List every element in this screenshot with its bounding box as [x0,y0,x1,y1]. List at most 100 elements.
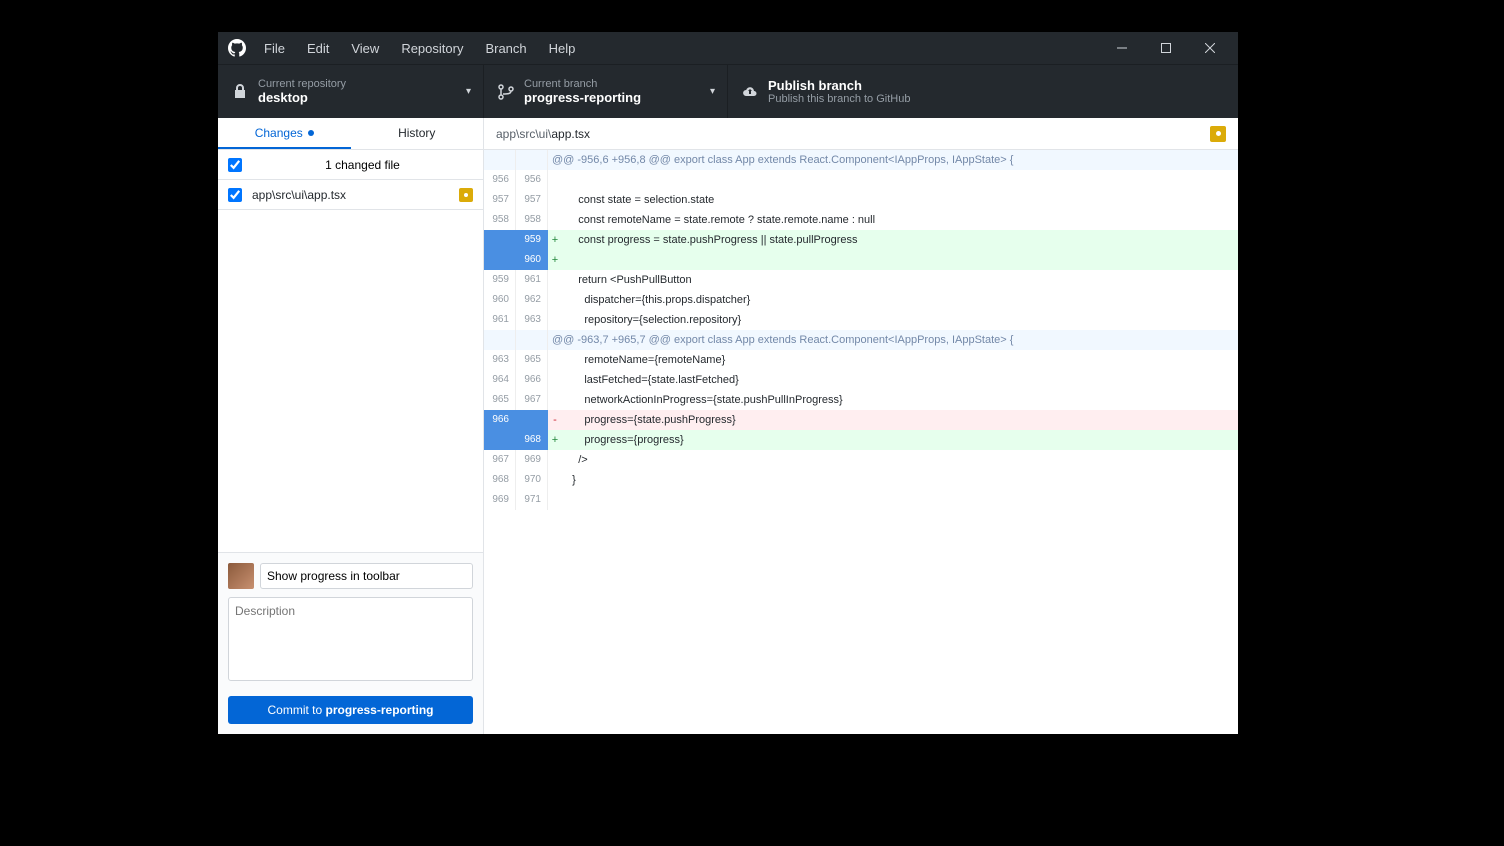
old-line-number [484,430,516,450]
menu-branch[interactable]: Branch [481,39,530,58]
diff-code: dispatcher={this.props.dispatcher} [562,290,1238,310]
diff-body[interactable]: @@ -956,6 +956,8 @@ export class App ext… [484,150,1238,734]
old-line-number: 967 [484,450,516,470]
diff-marker [548,490,562,510]
tab-changes-label: Changes [255,126,303,140]
minimize-button[interactable] [1104,34,1140,62]
modified-badge-icon [459,188,473,202]
hunk-header: @@ -963,7 +965,7 @@ export class App ext… [548,330,1238,350]
changed-files-header: 1 changed file [218,150,483,180]
new-line-number: 960 [516,250,548,270]
branch-value: progress-reporting [524,90,641,105]
titlebar: File Edit View Repository Branch Help [218,32,1238,64]
app-window: File Edit View Repository Branch Help Cu… [218,32,1238,734]
branch-selector[interactable]: Current branch progress-reporting ▾ [484,65,728,118]
diff-line[interactable]: 968970 } [484,470,1238,490]
diff-code: return <PushPullButton [562,270,1238,290]
file-item[interactable]: app\src\ui\app.tsx [218,180,483,210]
cloud-upload-icon [742,84,758,100]
old-line-number: 957 [484,190,516,210]
diff-marker [548,310,562,330]
tab-history-label: History [398,126,435,140]
diff-line[interactable]: 965967 networkActionInProgress={state.pu… [484,390,1238,410]
diff-line[interactable]: @@ -963,7 +965,7 @@ export class App ext… [484,330,1238,350]
new-line-number: 965 [516,350,548,370]
new-line-number: 958 [516,210,548,230]
diff-line[interactable]: 959+ const progress = state.pushProgress… [484,230,1238,250]
old-line-number: 958 [484,210,516,230]
branch-icon [498,84,514,100]
diff-code: /> [562,450,1238,470]
changes-indicator-dot [308,130,314,136]
old-line-number: 965 [484,390,516,410]
diff-line[interactable]: 959961 return <PushPullButton [484,270,1238,290]
menu-help[interactable]: Help [545,39,580,58]
diff-code [562,490,1238,510]
commit-button[interactable]: Commit to progress-reporting [228,696,473,724]
tab-history[interactable]: History [351,118,484,149]
diff-code: repository={selection.repository} [562,310,1238,330]
lock-icon [232,84,248,100]
select-all-checkbox[interactable] [228,158,242,172]
old-line-number: 969 [484,490,516,510]
diff-code [562,170,1238,190]
commit-button-prefix: Commit to [267,703,325,717]
diff-line[interactable]: 961963 repository={selection.repository} [484,310,1238,330]
diff-marker [548,190,562,210]
diff-code: const progress = state.pushProgress || s… [562,230,1238,250]
old-line-number [484,330,516,350]
maximize-button[interactable] [1148,34,1184,62]
commit-summary-input[interactable] [260,563,473,589]
publish-label: Publish branch [768,78,910,93]
diff-line[interactable]: @@ -956,6 +956,8 @@ export class App ext… [484,150,1238,170]
toolbar: Current repository desktop ▾ Current bra… [218,64,1238,118]
diff-line[interactable]: 960+ [484,250,1238,270]
sidebar: Changes History 1 changed file app\src\u… [218,118,484,734]
diff-marker [548,290,562,310]
diff-line[interactable]: 969971 [484,490,1238,510]
old-line-number: 960 [484,290,516,310]
new-line-number: 967 [516,390,548,410]
new-line-number: 966 [516,370,548,390]
diff-line[interactable]: 968+ progress={progress} [484,430,1238,450]
diff-line[interactable]: 957957 const state = selection.state [484,190,1238,210]
diff-line[interactable]: 964966 lastFetched={state.lastFetched} [484,370,1238,390]
new-line-number [516,330,548,350]
diff-marker [548,470,562,490]
diff-line[interactable]: 967969 /> [484,450,1238,470]
menu-repository[interactable]: Repository [397,39,467,58]
diff-marker [548,370,562,390]
chevron-down-icon: ▾ [466,86,471,97]
diff-code: remoteName={remoteName} [562,350,1238,370]
diff-marker [548,210,562,230]
chevron-down-icon: ▾ [710,86,715,97]
diff-line[interactable]: 966- progress={state.pushProgress} [484,410,1238,430]
repo-selector[interactable]: Current repository desktop ▾ [218,65,484,118]
commit-description-input[interactable] [228,597,473,681]
modified-badge-icon [1210,126,1226,142]
publish-button[interactable]: Publish branch Publish this branch to Gi… [728,65,1238,118]
diff-code: const state = selection.state [562,190,1238,210]
diff-code: networkActionInProgress={state.pushPullI… [562,390,1238,410]
file-checkbox[interactable] [228,188,242,202]
menu-view[interactable]: View [347,39,383,58]
diff-marker: + [548,430,562,450]
tab-changes[interactable]: Changes [218,118,351,149]
diff-line[interactable]: 958958 const remoteName = state.remote ?… [484,210,1238,230]
diff-code: lastFetched={state.lastFetched} [562,370,1238,390]
menu-edit[interactable]: Edit [303,39,333,58]
diff-line[interactable]: 963965 remoteName={remoteName} [484,350,1238,370]
close-button[interactable] [1192,34,1228,62]
menu-file[interactable]: File [260,39,289,58]
diff-line[interactable]: 960962 dispatcher={this.props.dispatcher… [484,290,1238,310]
file-list: app\src\ui\app.tsx [218,180,483,210]
publish-sub: Publish this branch to GitHub [768,93,910,105]
diff-line[interactable]: 956956 [484,170,1238,190]
old-line-number [484,250,516,270]
commit-area: Commit to progress-reporting [218,552,483,734]
old-line-number: 956 [484,170,516,190]
old-line-number: 964 [484,370,516,390]
diff-marker [548,350,562,370]
changed-files-count: 1 changed file [252,158,473,172]
new-line-number: 970 [516,470,548,490]
